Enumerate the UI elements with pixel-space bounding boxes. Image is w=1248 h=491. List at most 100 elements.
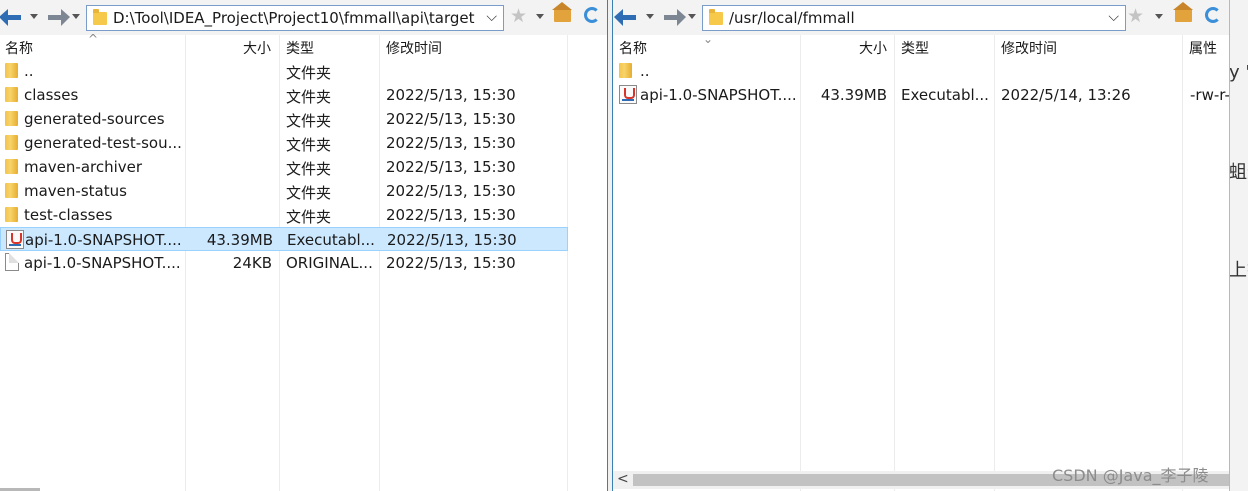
cell-name: generated-sources [24, 110, 165, 128]
bookmark-dropdown[interactable] [536, 14, 544, 19]
column-size[interactable]: 大小 [243, 38, 271, 58]
cell-type: 文件夹 [286, 184, 332, 202]
folder-icon [709, 9, 723, 25]
local-toolbar: D:\Tool\IDEA_Project\Project10\fmmall\ap… [0, 0, 607, 35]
remote-toolbar: /usr/local/fmmall ⌵ ★ [613, 0, 1229, 35]
refresh-icon[interactable] [584, 7, 600, 23]
chevron-down-icon[interactable]: ⌵ [486, 9, 497, 25]
cell-name: .. [24, 62, 34, 80]
cell-name: api-1.0-SNAPSHOT.... [24, 254, 181, 272]
cell-name: classes [24, 86, 79, 104]
column-name[interactable]: 名称 [5, 38, 33, 58]
cell-modified: 2022/5/13, 15:30 [386, 86, 516, 104]
chevron-down-icon[interactable]: ⌵ [1108, 9, 1119, 25]
file-row[interactable]: test-classes 文件夹 2022/5/13, 15:30 [0, 203, 607, 227]
cell-name: generated-test-sou... [24, 134, 182, 152]
folder-icon [5, 207, 18, 222]
scroll-left-icon[interactable]: < [617, 471, 629, 487]
back-arrow-icon [0, 9, 21, 26]
column-size[interactable]: 大小 [859, 38, 887, 58]
back-history-dropdown[interactable] [30, 14, 38, 19]
local-file-list: .. 文件夹 classes 文件夹 2022/5/13, 15:30 generated… [0, 59, 607, 275]
file-row[interactable]: .. [613, 59, 1229, 83]
cell-size: 43.39MB [820, 86, 887, 104]
bookmark-star-icon[interactable]: ★ [510, 5, 527, 27]
bookmark-star-icon[interactable]: ★ [1127, 5, 1144, 27]
bookmark-dropdown[interactable] [1155, 14, 1163, 19]
file-row[interactable]: api-1.0-SNAPSHOT.... 43.39MB Executabl... 2… [0, 227, 568, 251]
back-arrow-icon [614, 9, 636, 26]
folder-icon [5, 87, 18, 102]
forward-button[interactable] [662, 7, 686, 27]
cell-name: api-1.0-SNAPSHOT.... [25, 231, 182, 249]
cell-size: 43.39MB [206, 231, 273, 249]
cell-perms: -rw-r- [1190, 86, 1230, 104]
cell-modified: 2022/5/14, 13:26 [1001, 86, 1131, 104]
cell-type: 文件夹 [286, 64, 332, 82]
remote-pane: /usr/local/fmmall ⌵ ★ 名称 ⌄ 大小 类型 修改时间 属性… [612, 0, 1230, 491]
local-path-text: D:\Tool\IDEA_Project\Project10\fmmall\ap… [113, 9, 475, 27]
folder-icon [93, 9, 107, 25]
background-text: 上搜 [1229, 260, 1248, 281]
forward-arrow-icon [664, 9, 686, 26]
column-modified[interactable]: 修改时间 [386, 38, 442, 58]
file-row[interactable]: .. 文件夹 [0, 59, 607, 83]
file-row[interactable]: maven-archiver 文件夹 2022/5/13, 15:30 [0, 155, 607, 179]
cell-modified: 2022/5/13, 15:30 [386, 134, 516, 152]
forward-button[interactable] [46, 7, 70, 27]
cell-type: 文件夹 [286, 112, 332, 130]
folder-icon [5, 183, 18, 198]
folder-icon [5, 159, 18, 174]
cell-name: maven-archiver [24, 158, 143, 176]
file-row[interactable]: api-1.0-SNAPSHOT.... 43.39MB Executabl... 2… [613, 83, 1229, 107]
forward-history-dropdown[interactable] [688, 14, 696, 19]
cell-name: .. [640, 62, 650, 80]
folder-icon [5, 135, 18, 150]
background-text: y ' [1229, 62, 1248, 83]
cell-type: 文件夹 [286, 88, 332, 106]
local-path-field[interactable]: D:\Tool\IDEA_Project\Project10\fmmall\ap… [86, 5, 504, 31]
file-row[interactable]: maven-status 文件夹 2022/5/13, 15:30 [0, 179, 607, 203]
back-history-dropdown[interactable] [646, 14, 654, 19]
cell-type: 文件夹 [286, 160, 332, 178]
file-row[interactable]: classes 文件夹 2022/5/13, 15:30 [0, 83, 607, 107]
column-name[interactable]: 名称 [619, 38, 647, 58]
watermark: CSDN @Java_李子陵 [1052, 466, 1209, 485]
file-row[interactable]: generated-test-sou... 文件夹 2022/5/13, 15:30 [0, 131, 607, 155]
cell-type: 文件夹 [286, 208, 332, 226]
file-row[interactable]: api-1.0-SNAPSHOT.... 24KB ORIGINAL... 2022/… [0, 251, 607, 275]
background-text: 蛆进 [1229, 162, 1248, 183]
cell-modified: 2022/5/13, 15:30 [386, 110, 516, 128]
column-type[interactable]: 类型 [286, 38, 314, 58]
sort-ascending-icon: ^ [88, 32, 99, 46]
forward-history-dropdown[interactable] [72, 14, 80, 19]
java-file-icon [619, 85, 637, 104]
back-button[interactable] [0, 7, 25, 27]
cell-modified: 2022/5/13, 15:30 [386, 182, 516, 200]
remote-path-field[interactable]: /usr/local/fmmall ⌵ [702, 5, 1126, 31]
cell-name: test-classes [24, 206, 113, 224]
cell-modified: 2022/5/13, 15:30 [386, 254, 516, 272]
remote-column-header: 名称 ⌄ 大小 类型 修改时间 属性 [613, 32, 1229, 59]
column-modified[interactable]: 修改时间 [1001, 38, 1057, 58]
cell-modified: 2022/5/13, 15:30 [386, 158, 516, 176]
column-type[interactable]: 类型 [901, 38, 929, 58]
folder-icon [5, 111, 18, 126]
cell-type: Executabl... [901, 86, 989, 104]
remote-file-list: .. api-1.0-SNAPSHOT.... 43.39MB Executabl..… [613, 59, 1229, 107]
sort-descending-icon: ⌄ [703, 32, 714, 46]
cell-name: api-1.0-SNAPSHOT.... [640, 86, 797, 104]
back-button[interactable] [614, 7, 640, 27]
java-file-icon [6, 230, 24, 249]
cell-type: ORIGINAL... [286, 254, 373, 272]
file-icon [5, 253, 19, 271]
home-folder-icon[interactable] [552, 2, 572, 22]
home-folder-icon[interactable] [1173, 2, 1193, 22]
remote-path-text: /usr/local/fmmall [729, 9, 855, 27]
column-permissions[interactable]: 属性 [1189, 38, 1217, 58]
file-row[interactable]: generated-sources 文件夹 2022/5/13, 15:30 [0, 107, 607, 131]
local-pane: D:\Tool\IDEA_Project\Project10\fmmall\ap… [0, 0, 608, 491]
cell-size: 24KB [232, 254, 272, 272]
refresh-icon[interactable] [1205, 7, 1221, 23]
folder-icon [5, 63, 18, 78]
